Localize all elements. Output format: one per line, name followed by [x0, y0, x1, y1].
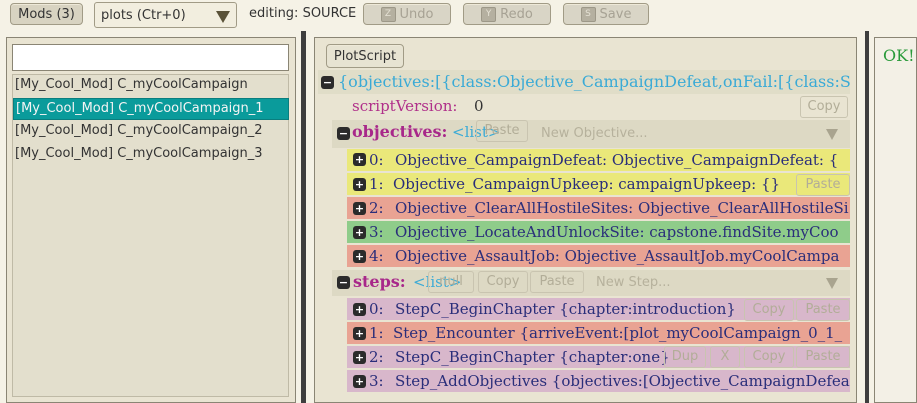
- save-label: Save: [599, 6, 632, 22]
- paste-objective-button[interactable]: Paste: [476, 120, 528, 142]
- undo-label: Undo: [399, 6, 434, 22]
- expand-icon[interactable]: +: [353, 250, 366, 263]
- plot-search-input[interactable]: [12, 44, 289, 71]
- save-shortcut-key: S: [580, 6, 596, 22]
- copy-button[interactable]: Copy: [800, 96, 848, 118]
- objective-text: Objective_ClearAllHostileSites: Objectiv…: [395, 199, 849, 217]
- redo-label: Redo: [500, 6, 533, 22]
- plot-list-item[interactable]: [My_Cool_Mod] C_myCoolCampaign: [13, 75, 288, 95]
- status-text: OK!: [883, 46, 915, 65]
- steps-row-bg: [332, 270, 850, 296]
- step-index: 0:: [369, 300, 384, 318]
- step-text: StepC_BeginChapter {chapter:one}: [395, 348, 670, 366]
- paste-button[interactable]: Paste: [796, 174, 850, 196]
- expand-icon[interactable]: +: [353, 153, 366, 166]
- mods-button[interactable]: Mods (3): [10, 3, 83, 25]
- objective-index: 4:: [369, 247, 384, 265]
- step-index: 2:: [369, 348, 384, 366]
- collapse-icon[interactable]: −: [337, 276, 350, 289]
- expand-icon[interactable]: +: [353, 202, 366, 215]
- redo-button[interactable]: Y Redo: [463, 3, 551, 25]
- collapse-icon[interactable]: −: [321, 76, 334, 89]
- script-version-key: scriptVersion:: [352, 97, 458, 115]
- plotscript-label: PlotScript: [333, 48, 397, 64]
- copy-steps-button[interactable]: Copy: [478, 271, 528, 293]
- expand-icon[interactable]: +: [353, 327, 366, 340]
- copy-button[interactable]: Copy: [744, 299, 794, 321]
- new-step-select[interactable]: New Step...: [596, 272, 670, 294]
- chevron-down-icon: [216, 11, 230, 23]
- splitter-right[interactable]: [865, 31, 869, 403]
- splitter-left[interactable]: [301, 31, 306, 403]
- expand-icon[interactable]: +: [353, 178, 366, 191]
- plot-list-item[interactable]: [My_Cool_Mod] C_myCoolCampaign_2: [13, 121, 288, 141]
- plots-select[interactable]: plots (Ctr+0): [94, 2, 237, 28]
- redo-shortcut-key: Y: [481, 6, 497, 22]
- editing-mode-label: editing: SOURCE: [249, 6, 357, 21]
- chevron-down-icon: [826, 278, 838, 289]
- step-text: StepC_BeginChapter {chapter:introduction…: [395, 300, 736, 318]
- step-index: 3:: [369, 372, 384, 390]
- new-objective-select[interactable]: New Objective...: [541, 123, 648, 145]
- undo-shortcut-key: Z: [380, 6, 396, 22]
- null-button[interactable]: null: [428, 271, 474, 293]
- objective-row[interactable]: 3: Objective_LocateAndUnlockSite: capsto…: [347, 221, 850, 243]
- paste-button[interactable]: Paste: [796, 299, 850, 321]
- root-value[interactable]: {objectives:[{class:Objective_CampaignDe…: [338, 71, 850, 93]
- plotscript-button[interactable]: PlotScript: [326, 44, 404, 68]
- expand-icon[interactable]: +: [353, 375, 366, 388]
- objective-row[interactable]: 2: Objective_ClearAllHostileSites: Objec…: [347, 197, 850, 219]
- objective-text: Objective_LocateAndUnlockSite: capstone.…: [395, 223, 839, 241]
- delete-button[interactable]: X: [710, 346, 740, 368]
- copy-button[interactable]: Copy: [744, 346, 794, 368]
- plots-select-value: plots (Ctr+0): [101, 7, 186, 23]
- steps-key: steps:: [353, 272, 406, 291]
- objective-text: Objective_CampaignUpkeep: campaignUpkeep…: [393, 175, 781, 193]
- objective-index: 3:: [369, 223, 384, 241]
- save-button[interactable]: S Save: [563, 3, 649, 25]
- mods-button-label: Mods (3): [18, 6, 75, 22]
- status-panel: [874, 37, 917, 403]
- plot-list-item[interactable]: [My_Cool_Mod] C_myCoolCampaign_3: [13, 144, 288, 164]
- objective-row[interactable]: 1: Objective_CampaignUpkeep: campaignUpk…: [347, 173, 850, 195]
- objective-row[interactable]: 4: Objective_AssaultJob: Objective_Assau…: [347, 245, 850, 267]
- chevron-down-icon: [826, 129, 838, 140]
- script-version-value[interactable]: 0: [474, 97, 484, 115]
- expand-icon[interactable]: +: [353, 226, 366, 239]
- objective-text: Objective_CampaignDefeat: Objective_Camp…: [395, 151, 839, 169]
- step-row[interactable]: 1: Step_Encounter {arriveEvent:[plot_myC…: [347, 322, 850, 344]
- step-text: Step_Encounter {arriveEvent:[plot_myCool…: [393, 324, 843, 342]
- step-row[interactable]: 3: Step_AddObjectives {objectives:[Objec…: [347, 370, 850, 392]
- objective-index: 0:: [369, 151, 384, 169]
- paste-steps-button[interactable]: Paste: [530, 271, 584, 293]
- expand-icon[interactable]: +: [353, 303, 366, 316]
- step-index: 1:: [369, 324, 384, 342]
- expand-icon[interactable]: +: [353, 351, 366, 364]
- objective-row[interactable]: 0: Objective_CampaignDefeat: Objective_C…: [347, 149, 850, 171]
- step-text: Step_AddObjectives {objectives:[Objectiv…: [395, 372, 850, 390]
- objective-index: 2:: [369, 199, 384, 217]
- objective-text: Objective_AssaultJob: Objective_AssaultJ…: [395, 247, 840, 265]
- dup-button[interactable]: Dup: [664, 346, 706, 368]
- paste-button[interactable]: Paste: [796, 346, 850, 368]
- undo-button[interactable]: Z Undo: [363, 3, 451, 25]
- collapse-icon[interactable]: −: [337, 127, 350, 140]
- plot-list-item-selected[interactable]: [My_Cool_Mod] C_myCoolCampaign_1: [13, 98, 289, 120]
- objective-index: 1:: [369, 175, 384, 193]
- objectives-key: objectives:: [352, 122, 448, 141]
